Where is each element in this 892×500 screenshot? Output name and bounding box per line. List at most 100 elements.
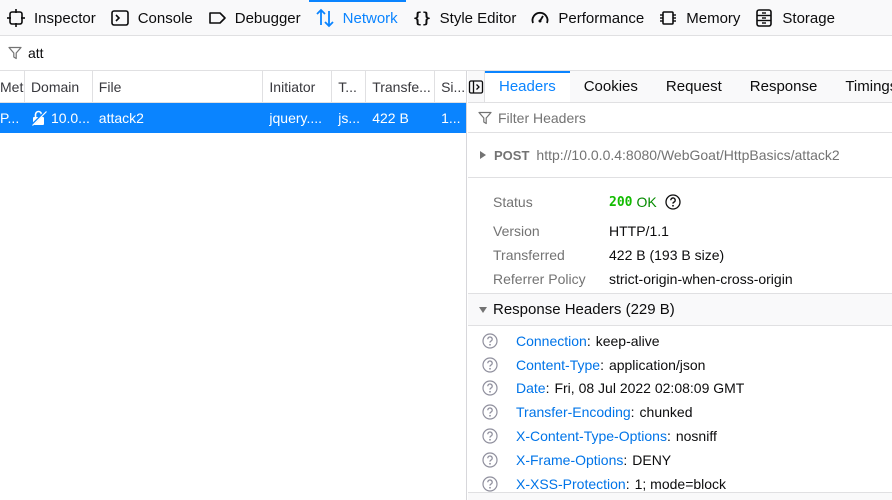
- header-row[interactable]: Transfer-Encoding: chunked: [468, 400, 892, 424]
- tab-inspector-label: Inspector: [34, 9, 96, 27]
- version-row: Version HTTP/1.1: [468, 219, 892, 243]
- tab-headers[interactable]: Headers: [485, 71, 570, 102]
- version-label: Version: [493, 223, 540, 239]
- response-headers-list: Connection: keep-alive Content-Type: app…: [468, 326, 892, 496]
- tab-network[interactable]: Network: [308, 0, 406, 35]
- response-headers-toggle[interactable]: Response Headers (229 B): [468, 294, 892, 326]
- help-icon[interactable]: [482, 428, 498, 444]
- memory-icon: [660, 11, 677, 25]
- tab-debugger[interactable]: Debugger: [201, 0, 309, 35]
- tab-cookies[interactable]: Cookies: [570, 71, 652, 102]
- panel-bottom-edge: [468, 492, 892, 500]
- header-row[interactable]: X-Frame-Options: DENY: [468, 448, 892, 472]
- storage-icon: [756, 9, 773, 27]
- tab-console-label: Console: [137, 9, 193, 27]
- devtools-toolbar: Inspector Console Debugger Network {} St…: [0, 0, 892, 36]
- column-size[interactable]: Si...: [435, 71, 466, 102]
- status-row: Status 200 OK: [468, 187, 892, 217]
- tab-performance[interactable]: Performance: [524, 0, 652, 35]
- filter-icon: [8, 46, 22, 60]
- header-name: Connection: [516, 332, 587, 349]
- tab-style-editor[interactable]: {} Style Editor: [406, 0, 525, 35]
- tab-response[interactable]: Response: [736, 71, 832, 102]
- header-name: Date: [516, 380, 546, 397]
- column-initiator[interactable]: Initiator: [263, 71, 333, 102]
- transferred-row: Transferred 422 B (193 B size): [468, 243, 892, 267]
- request-method: POST: [494, 147, 530, 163]
- header-value: Fri, 08 Jul 2022 02:08:09 GMT: [554, 380, 745, 397]
- column-domain[interactable]: Domain: [25, 71, 93, 102]
- row-size: 1...: [435, 103, 466, 133]
- header-colon: :: [666, 428, 671, 445]
- help-icon[interactable]: [482, 380, 498, 397]
- expand-triangle-icon: [480, 151, 486, 159]
- header-value: application/json: [608, 356, 706, 373]
- column-transferred[interactable]: Transfe...: [366, 71, 436, 102]
- toggle-panel-button[interactable]: [468, 71, 485, 102]
- row-domain-text: 10.0...: [50, 110, 90, 126]
- header-name: X-Frame-Options: [516, 451, 624, 468]
- tab-memory[interactable]: Memory: [652, 0, 748, 35]
- tab-storage-label: Storage: [782, 9, 835, 27]
- row-file: attack2: [93, 103, 264, 133]
- help-icon[interactable]: [482, 452, 498, 468]
- row-domain: 10.0...: [25, 103, 93, 133]
- network-icon: [316, 8, 334, 28]
- status-text: OK: [636, 194, 657, 210]
- url-filter-input[interactable]: [28, 45, 428, 61]
- row-initiator[interactable]: jquery....: [263, 103, 333, 133]
- header-value: chunked: [639, 404, 693, 421]
- header-row[interactable]: X-Content-Type-Options: nosniff: [468, 424, 892, 448]
- referrer-policy-row: Referrer Policy strict-origin-when-cross…: [468, 267, 892, 291]
- help-icon[interactable]: [482, 476, 498, 492]
- request-summary[interactable]: POST http://10.0.0.4:8080/WebGoat/HttpBa…: [468, 133, 892, 178]
- performance-icon: [531, 11, 549, 24]
- header-row[interactable]: Content-Type: application/json: [468, 353, 892, 377]
- header-name: Transfer-Encoding: [516, 404, 631, 421]
- header-colon: :: [623, 451, 628, 468]
- version-value: HTTP/1.1: [609, 223, 669, 239]
- response-headers-title: Response Headers (229 B): [493, 301, 675, 318]
- style-editor-icon: {}: [413, 9, 431, 27]
- header-value: nosniff: [675, 428, 717, 445]
- help-icon[interactable]: [482, 357, 498, 373]
- column-file[interactable]: File: [93, 71, 264, 102]
- request-list: Met Domain File Initiator T... Transfe..…: [0, 71, 467, 500]
- help-icon[interactable]: [665, 194, 681, 210]
- header-row[interactable]: Connection: keep-alive: [468, 329, 892, 353]
- tab-request[interactable]: Request: [652, 71, 736, 102]
- request-details-panel: Headers Cookies Request Response Timings…: [468, 71, 892, 500]
- tab-console[interactable]: Console: [104, 0, 201, 35]
- header-colon: :: [600, 356, 604, 373]
- header-value: keep-alive: [595, 332, 660, 349]
- headers-filter-bar: [468, 103, 892, 133]
- referrer-policy-value: strict-origin-when-cross-origin: [609, 271, 793, 287]
- headers-filter-input[interactable]: [498, 109, 798, 126]
- header-value: DENY: [632, 451, 672, 468]
- header-colon: :: [586, 332, 591, 349]
- request-list-header: Met Domain File Initiator T... Transfe..…: [0, 71, 466, 103]
- console-icon: [110, 10, 129, 26]
- tab-storage[interactable]: Storage: [748, 0, 843, 35]
- filter-icon: [478, 111, 492, 124]
- help-icon[interactable]: [482, 404, 498, 420]
- tab-style-editor-label: Style Editor: [439, 9, 517, 27]
- url-filter-bar: [0, 36, 892, 71]
- row-transferred: 422 B: [366, 103, 436, 133]
- request-row-selected[interactable]: P... 10.0... attack2 jquery.... js... 42…: [0, 103, 466, 133]
- help-icon[interactable]: [482, 333, 498, 349]
- referrer-policy-label: Referrer Policy: [493, 271, 586, 287]
- status-label: Status: [493, 194, 533, 210]
- header-row[interactable]: Date: Fri, 08 Jul 2022 02:08:09 GMT: [468, 377, 892, 401]
- header-colon: :: [625, 475, 630, 492]
- collapse-triangle-icon: [479, 306, 487, 313]
- status-block: Status 200 OK Version HTTP/1.1 Transferr…: [468, 178, 892, 294]
- debugger-icon: [208, 12, 226, 24]
- tab-inspector[interactable]: Inspector: [0, 0, 104, 35]
- header-name: X-XSS-Protection: [516, 475, 626, 492]
- tab-timings[interactable]: Timings: [831, 71, 892, 102]
- panel-toggle-icon: [468, 79, 484, 94]
- column-type[interactable]: T...: [332, 71, 367, 102]
- tab-memory-label: Memory: [686, 9, 741, 27]
- column-method[interactable]: Met: [0, 71, 25, 102]
